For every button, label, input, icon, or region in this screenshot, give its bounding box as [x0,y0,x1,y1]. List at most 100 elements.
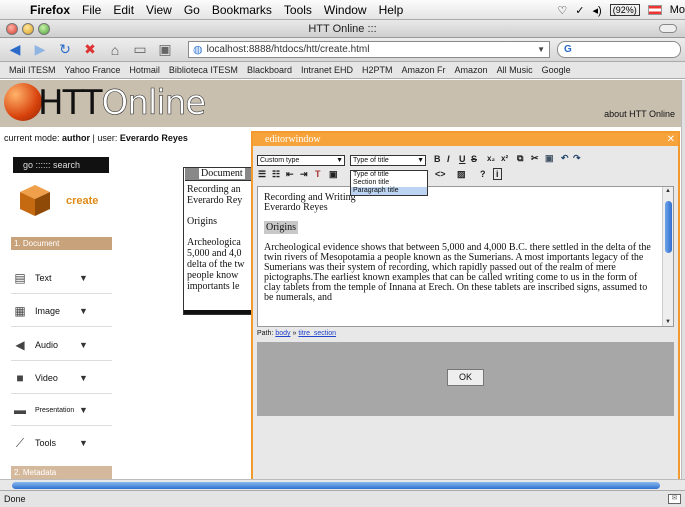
dropdown-option-selected[interactable]: Paragraph title [351,187,427,195]
menu-edit[interactable]: Edit [113,3,134,17]
chevron-down-icon[interactable]: ▼ [79,306,88,316]
menu-help[interactable]: Help [379,3,404,17]
close-window-icon[interactable] [6,23,18,35]
bookmark-link[interactable]: Blackboard [247,65,292,75]
cut-icon[interactable]: ✂ [531,153,539,164]
strikethrough-icon[interactable]: S [471,154,477,164]
dropdown-option[interactable]: Section title [351,179,427,187]
bookmark-link[interactable]: Google [542,65,571,75]
bookmark-link[interactable]: Yahoo France [65,65,121,75]
ok-button[interactable]: OK [447,369,484,386]
chevron-down-icon[interactable]: ▼ [79,373,88,383]
indent-icon[interactable]: ⇥ [300,169,308,180]
chevron-down-icon[interactable]: ▼ [79,340,88,350]
menu-file[interactable]: File [82,3,101,17]
format-select[interactable]: Custom type ▼ [257,155,345,166]
menu-app-firefox[interactable]: Firefox [30,3,70,17]
chevron-down-icon[interactable]: ▼ [79,273,88,283]
sidebar-item-video[interactable]: ■ Video ▼ [13,369,109,387]
close-icon[interactable]: ✕ [667,133,675,146]
undo-icon[interactable]: ↶ [561,153,569,164]
site-logo[interactable]: HTTOnline [38,83,206,124]
help-icon[interactable]: ? [480,169,486,179]
sidebar-item-text[interactable]: ▤ Text ▼ [13,269,109,287]
forward-arrow-icon[interactable]: ▶ [30,41,50,59]
url-dropdown-icon[interactable]: ▼ [537,45,545,54]
toolbar-toggle-icon[interactable] [659,24,677,33]
url-field[interactable]: ◍ localhost:8888/htdocs/htt/create.html … [188,41,550,58]
scroll-down-arrow-icon[interactable]: ▼ [665,319,671,325]
editor-scrollbar[interactable]: ▲ ▼ [662,187,673,326]
print-icon[interactable]: ▭ [130,41,150,59]
bluetooth-icon[interactable]: ✓ [575,4,584,17]
back-arrow-icon[interactable]: ◀ [5,41,25,59]
copy-icon[interactable]: ⧉ [517,153,523,164]
menu-clock[interactable]: Mo [670,4,685,16]
go-search-button[interactable]: go :::::: search [13,157,109,173]
chevron-down-icon[interactable]: ▼ [417,156,424,165]
menu-view[interactable]: View [146,3,172,17]
path-section-link[interactable]: titre_section [298,330,336,337]
bookmark-link[interactable]: Intranet EHD [301,65,353,75]
chevron-down-icon[interactable]: ▼ [336,156,343,165]
sidebar-item-audio[interactable]: ◀ Audio ▼ [13,336,109,354]
page-vertical-scrollbar[interactable] [681,80,685,479]
chevron-down-icon[interactable]: ▼ [79,438,88,448]
info-icon[interactable]: i [493,168,502,180]
sidebar-item-tools[interactable]: ⟋ Tools ▼ [13,434,109,452]
subscript-icon[interactable]: x₂ [487,154,495,163]
bookmark-page-icon[interactable]: ▣ [155,41,175,59]
input-language-icon[interactable] [647,5,662,15]
page-horizontal-scrollbar[interactable] [0,479,685,490]
bold-icon[interactable]: B [434,154,441,164]
text-color-icon[interactable]: T [315,169,321,179]
chevron-down-icon[interactable]: ▼ [79,405,88,415]
reload-icon[interactable]: ↻ [55,41,75,59]
menu-window[interactable]: Window [324,3,367,17]
menu-bookmarks[interactable]: Bookmarks [212,3,272,17]
bookmark-link[interactable]: Amazon [455,65,488,75]
search-field[interactable]: G [557,41,681,58]
editor-scroll-thumb[interactable] [665,201,672,253]
dropdown-option[interactable]: Type of title [351,171,427,179]
path-body-link[interactable]: body [275,330,290,337]
sidebar-item-presentation[interactable]: ▬ Presentation ▼ [13,401,109,419]
create-link[interactable]: create [66,195,98,207]
html-source-icon[interactable]: <> [435,169,446,179]
title-type-select[interactable]: Type of title ▼ [350,155,426,166]
stop-icon[interactable]: ✖ [80,41,100,59]
wifi-icon[interactable]: ♡ [557,4,567,17]
bookmark-link[interactable]: H2PTM [362,65,393,75]
menu-go[interactable]: Go [184,3,200,17]
horizontal-scroll-thumb[interactable] [12,482,660,489]
paste-icon[interactable]: ▣ [545,153,554,164]
background-color-icon[interactable]: ▣ [329,169,338,180]
volume-icon[interactable]: ◂) [593,4,602,17]
menu-tools[interactable]: Tools [284,3,312,17]
bookmark-link[interactable]: Amazon Fr [402,65,446,75]
unordered-list-icon[interactable]: ☰ [258,169,266,180]
minimize-window-icon[interactable] [22,23,34,35]
scroll-up-arrow-icon[interactable]: ▲ [665,188,671,194]
bookmark-link[interactable]: Mail ITESM [9,65,56,75]
editor-content-area[interactable]: Recording and Writing Everardo Reyes Ori… [257,186,674,327]
cleanup-icon[interactable]: ▨ [457,169,466,180]
editor-titlebar[interactable]: editorwindow ✕ [253,133,678,146]
ordered-list-icon[interactable]: ☷ [272,169,280,180]
bookmark-link[interactable]: All Music [497,65,533,75]
superscript-icon[interactable]: x² [501,154,508,163]
about-link[interactable]: about HTT Online [604,109,675,119]
search-engine-icon[interactable]: G [564,44,572,55]
bookmark-link[interactable]: Hotmail [129,65,160,75]
editor-text[interactable]: Recording and Writing Everardo Reyes Ori… [264,193,656,313]
create-cube-icon[interactable] [17,182,53,218]
redo-icon[interactable]: ↷ [573,153,581,164]
zoom-window-icon[interactable] [38,23,50,35]
underline-icon[interactable]: U [459,154,466,164]
italic-icon[interactable]: I [447,154,450,164]
battery-indicator[interactable]: (92%) [609,4,640,16]
mail-envelope-icon[interactable]: ✉ [668,494,681,504]
outdent-icon[interactable]: ⇤ [286,169,294,180]
sidebar-item-image[interactable]: ▦ Image ▼ [13,302,109,320]
bookmark-link[interactable]: Biblioteca ITESM [169,65,238,75]
